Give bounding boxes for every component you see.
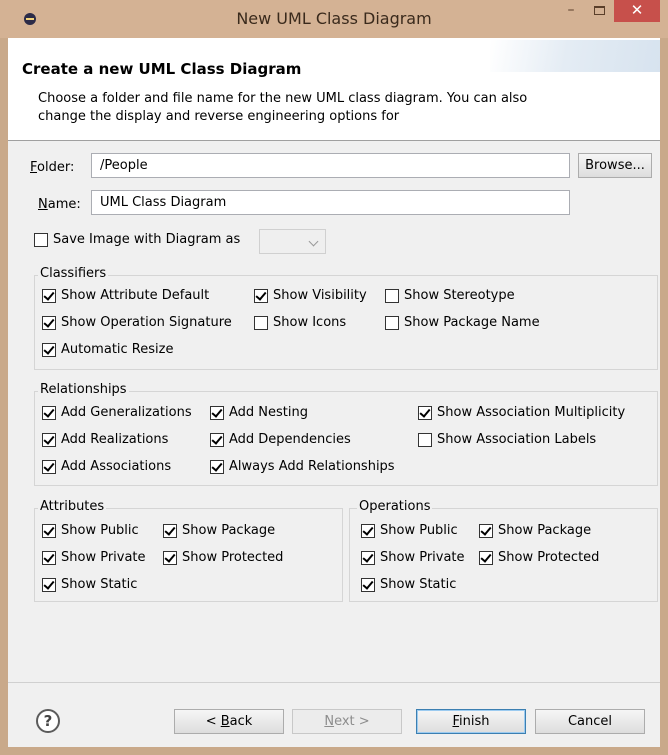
add-associations-checkbox[interactable]: Add Associations xyxy=(42,459,171,477)
checkbox-box xyxy=(210,460,224,474)
dialog-client-area: Create a new UML Class Diagram Choose a … xyxy=(8,38,660,747)
browse-button[interactable]: Browse... xyxy=(578,153,652,178)
attributes-show-public-checkbox[interactable]: Show Public xyxy=(42,523,139,541)
show-attribute-default-checkbox[interactable]: Show Attribute Default xyxy=(42,288,209,306)
checkbox-box xyxy=(418,406,432,420)
show-association-multiplicity-checkbox[interactable]: Show Association Multiplicity xyxy=(418,405,625,423)
checkbox-box xyxy=(254,289,268,303)
checkbox-box xyxy=(385,316,399,330)
minimize-button[interactable]: – xyxy=(558,0,584,22)
help-icon[interactable]: ? xyxy=(36,709,60,733)
checkbox-box xyxy=(479,524,493,538)
wizard-title: Create a new UML Class Diagram xyxy=(22,60,302,78)
show-stereotype-checkbox[interactable]: Show Stereotype xyxy=(385,288,515,306)
checkbox-box xyxy=(361,578,375,592)
header-banner-graphic xyxy=(490,40,660,72)
checkbox-box xyxy=(42,433,56,447)
operations-show-package-checkbox[interactable]: Show Package xyxy=(479,523,591,541)
operations-group-title: Operations xyxy=(357,499,433,514)
checkbox-box xyxy=(42,406,56,420)
checkbox-box xyxy=(210,406,224,420)
attributes-show-protected-checkbox[interactable]: Show Protected xyxy=(163,550,283,568)
checkbox-box xyxy=(42,289,56,303)
add-realizations-checkbox[interactable]: Add Realizations xyxy=(42,432,168,450)
attributes-show-package-checkbox[interactable]: Show Package xyxy=(163,523,275,541)
show-visibility-checkbox[interactable]: Show Visibility xyxy=(254,288,367,306)
cancel-button[interactable]: Cancel xyxy=(535,709,645,734)
checkbox-box xyxy=(42,524,56,538)
show-package-name-checkbox[interactable]: Show Package Name xyxy=(385,315,540,333)
finish-button[interactable]: Finish xyxy=(416,709,526,734)
automatic-resize-checkbox[interactable]: Automatic Resize xyxy=(42,342,173,360)
checkbox-box xyxy=(385,289,399,303)
image-format-select[interactable] xyxy=(259,229,326,254)
title-bar[interactable]: New UML Class Diagram – ✕ xyxy=(0,0,668,38)
name-label: Name: xyxy=(38,197,81,212)
checkbox-box xyxy=(361,551,375,565)
attributes-show-private-checkbox[interactable]: Show Private xyxy=(42,550,146,568)
classifiers-group-title: Classifiers xyxy=(38,266,109,281)
relationships-group-title: Relationships xyxy=(38,382,129,397)
checkbox-box xyxy=(42,578,56,592)
chevron-down-icon xyxy=(308,236,319,247)
checkbox-box xyxy=(418,433,432,447)
operations-show-static-checkbox[interactable]: Show Static xyxy=(361,577,456,595)
operations-show-protected-checkbox[interactable]: Show Protected xyxy=(479,550,599,568)
checkbox-box xyxy=(163,524,177,538)
folder-label: Folder: xyxy=(30,160,75,175)
add-generalizations-checkbox[interactable]: Add Generalizations xyxy=(42,405,192,423)
checkbox-box xyxy=(42,551,56,565)
close-button[interactable]: ✕ xyxy=(614,0,660,22)
attributes-group-title: Attributes xyxy=(38,499,107,514)
save-image-checkbox[interactable]: Save Image with Diagram as xyxy=(34,232,240,250)
checkbox-box xyxy=(42,460,56,474)
footer-separator xyxy=(8,682,660,683)
show-association-labels-checkbox[interactable]: Show Association Labels xyxy=(418,432,596,450)
show-icons-checkbox[interactable]: Show Icons xyxy=(254,315,346,333)
operations-show-public-checkbox[interactable]: Show Public xyxy=(361,523,458,541)
checkbox-box xyxy=(210,433,224,447)
add-dependencies-checkbox[interactable]: Add Dependencies xyxy=(210,432,351,450)
checkbox-box xyxy=(254,316,268,330)
wizard-body: Folder: Browse... Name: Save Image with … xyxy=(8,142,660,682)
maximize-icon xyxy=(593,6,605,15)
wizard-header: Create a new UML Class Diagram Choose a … xyxy=(8,38,660,141)
name-input[interactable] xyxy=(91,190,570,215)
next-button[interactable]: Next > xyxy=(292,709,402,734)
checkbox-box xyxy=(361,524,375,538)
folder-input[interactable] xyxy=(91,153,570,178)
always-add-relationships-checkbox[interactable]: Always Add Relationships xyxy=(210,459,395,477)
checkbox-box xyxy=(42,316,56,330)
checkbox-box xyxy=(34,233,48,247)
operations-show-private-checkbox[interactable]: Show Private xyxy=(361,550,465,568)
dialog-window: New UML Class Diagram – ✕ Create a new U… xyxy=(0,0,668,755)
add-nesting-checkbox[interactable]: Add Nesting xyxy=(210,405,308,423)
attributes-show-static-checkbox[interactable]: Show Static xyxy=(42,577,137,595)
maximize-button[interactable] xyxy=(586,0,612,22)
back-button[interactable]: < Back xyxy=(174,709,284,734)
checkbox-box xyxy=(42,343,56,357)
show-operation-signature-checkbox[interactable]: Show Operation Signature xyxy=(42,315,232,333)
checkbox-box xyxy=(163,551,177,565)
checkbox-box xyxy=(479,551,493,565)
wizard-description: Choose a folder and file name for the ne… xyxy=(38,91,528,124)
